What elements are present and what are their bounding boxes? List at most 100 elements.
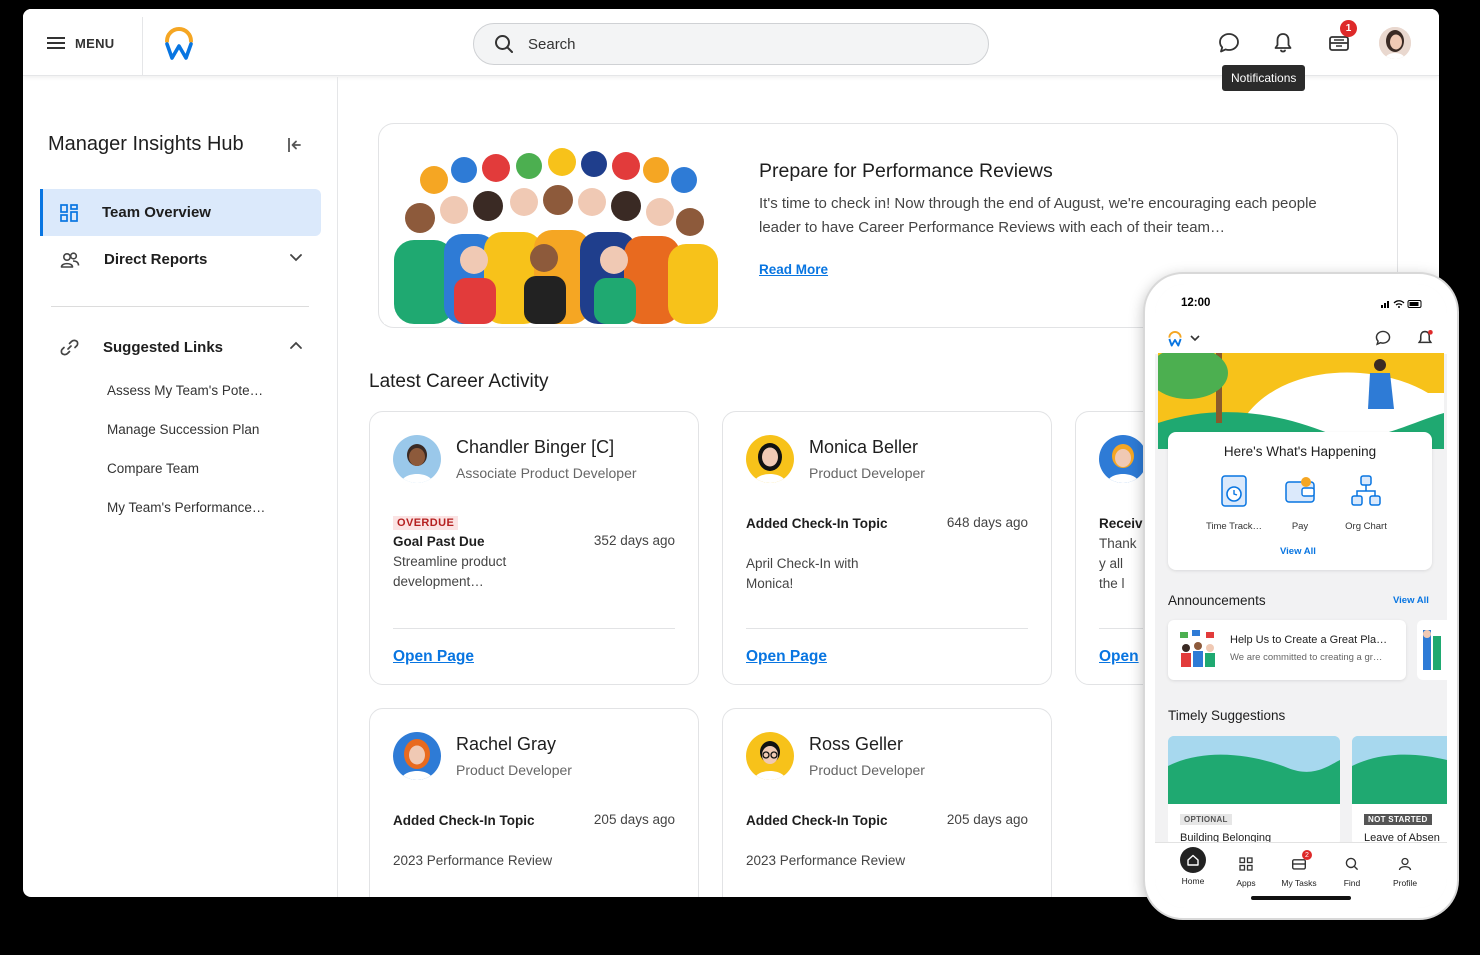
section-title-career-activity: Latest Career Activity bbox=[369, 371, 549, 392]
nav-label: Apps bbox=[1236, 878, 1256, 888]
notifications-tooltip: Notifications bbox=[1222, 65, 1306, 91]
clock-icon bbox=[1221, 475, 1247, 507]
mobile-screen: 12:00 Here's What's Happening Time Track… bbox=[1155, 284, 1447, 908]
activity-description: Streamline product development… bbox=[393, 554, 507, 589]
app-pay[interactable]: Pay bbox=[1265, 474, 1335, 532]
employee-role: Product Developer bbox=[456, 762, 572, 778]
announcement-card[interactable]: Help Us to Create a Great Pla… We are co… bbox=[1168, 620, 1406, 680]
search-icon bbox=[1341, 853, 1363, 875]
workday-logo[interactable] bbox=[163, 27, 195, 61]
search-input[interactable] bbox=[528, 35, 948, 53]
nav-find[interactable]: Find bbox=[1328, 853, 1376, 888]
workday-logo[interactable] bbox=[1167, 331, 1183, 347]
suggestion-illustration bbox=[1168, 736, 1340, 804]
open-page-link[interactable]: Open Page bbox=[393, 648, 474, 666]
search-icon bbox=[495, 35, 513, 53]
sidebar-title: Manager Insights Hub bbox=[48, 133, 244, 155]
happening-title: Here's What's Happening bbox=[1223, 444, 1377, 459]
link-icon bbox=[60, 339, 79, 356]
announcement-card-peek[interactable] bbox=[1417, 620, 1447, 680]
activity-card: Monica Beller Product Developer Added Ch… bbox=[722, 411, 1052, 685]
app-org-chart[interactable]: Org Chart bbox=[1331, 474, 1401, 532]
view-all-announcements-link[interactable]: View All bbox=[1393, 595, 1429, 606]
nav-profile[interactable]: Profile bbox=[1381, 853, 1429, 888]
org-chart-icon bbox=[1351, 475, 1381, 506]
status-time: 12:00 bbox=[1181, 297, 1211, 309]
suggestion-card[interactable]: OPTIONAL Building Belonging bbox=[1168, 736, 1340, 846]
open-page-link[interactable]: Open bbox=[1099, 648, 1139, 666]
employee-role: Associate Product Developer bbox=[456, 465, 637, 481]
signal-battery-icon bbox=[1381, 300, 1422, 308]
employee-name: Monica Beller bbox=[809, 437, 919, 457]
app-label: Org Chart bbox=[1345, 521, 1387, 532]
chat-icon bbox=[1219, 33, 1239, 53]
bell-icon bbox=[1274, 33, 1292, 53]
nav-my-tasks[interactable]: 2 My Tasks bbox=[1275, 850, 1323, 888]
search-bar[interactable] bbox=[473, 23, 989, 65]
home-icon bbox=[1180, 847, 1206, 873]
employee-name: Rachel Gray bbox=[456, 734, 557, 754]
chevron-down-icon[interactable] bbox=[1190, 335, 1200, 342]
chat-icon[interactable] bbox=[1375, 330, 1391, 346]
home-indicator bbox=[1251, 896, 1351, 900]
nav-label: My Tasks bbox=[1281, 878, 1317, 888]
suggestion-illustration bbox=[1352, 736, 1447, 804]
employee-role: Product Developer bbox=[809, 465, 925, 481]
collapse-sidebar-icon[interactable] bbox=[286, 136, 304, 154]
suggested-link[interactable]: Assess My Team's Pote… bbox=[107, 383, 263, 398]
grid-icon bbox=[60, 203, 78, 222]
read-more-link[interactable]: Read More bbox=[759, 262, 828, 277]
announcement-thumbnail bbox=[1423, 630, 1441, 670]
mobile-header bbox=[1155, 322, 1447, 354]
nav-label: Profile bbox=[1392, 878, 1418, 888]
app-time-tracking[interactable]: Time Track… bbox=[1199, 474, 1269, 532]
activity-time: 205 days ago bbox=[593, 812, 675, 827]
nav-label: Home bbox=[1181, 876, 1205, 886]
activity-description: April Check-In with Monica! bbox=[746, 556, 859, 591]
menu-button[interactable]: MENU bbox=[47, 29, 114, 57]
app-label: Time Track… bbox=[1205, 521, 1263, 532]
my-tasks-button[interactable]: 1 bbox=[1325, 20, 1357, 57]
activity-type: Added Check-In Topic bbox=[746, 813, 888, 828]
crowd-illustration bbox=[384, 140, 724, 324]
bell-icon[interactable] bbox=[1417, 330, 1433, 347]
inbox-chat-button[interactable] bbox=[1215, 29, 1243, 57]
activity-type: Added Check-In Topic bbox=[746, 516, 888, 531]
menu-label: MENU bbox=[75, 35, 115, 51]
status-badge: OPTIONAL bbox=[1180, 814, 1232, 825]
activity-card: Rachel Gray Product Developer Added Chec… bbox=[369, 708, 699, 897]
employee-name: Chandler Binger [C] bbox=[456, 437, 615, 457]
nav-apps[interactable]: Apps bbox=[1222, 853, 1270, 888]
status-badge: NOT STARTED bbox=[1364, 814, 1432, 825]
view-all-apps-link[interactable]: View All bbox=[1280, 546, 1316, 557]
sidebar-item-direct-reports[interactable]: Direct Reports bbox=[40, 236, 321, 283]
nav-home[interactable]: Home bbox=[1169, 847, 1217, 886]
user-avatar[interactable] bbox=[1379, 27, 1411, 59]
activity-description: Thank y all the l bbox=[1099, 536, 1137, 591]
sidebar-item-team-overview[interactable]: Team Overview bbox=[40, 189, 321, 236]
open-page-link[interactable]: Open Page bbox=[746, 648, 827, 666]
activity-card: Chandler Binger [C] Associate Product De… bbox=[369, 411, 699, 685]
sidebar-item-label: Suggested Links bbox=[103, 339, 224, 356]
announcement-title: Help Us to Create a Great Pla… bbox=[1230, 634, 1388, 646]
chevron-up-icon[interactable] bbox=[289, 341, 303, 350]
status-badge: OVERDUE bbox=[393, 516, 459, 530]
chevron-down-icon[interactable] bbox=[289, 253, 303, 262]
sidebar-divider bbox=[51, 306, 309, 307]
notifications-button[interactable] bbox=[1269, 29, 1297, 57]
timely-suggestions-title: Timely Suggestions bbox=[1168, 708, 1286, 723]
activity-time: 205 days ago bbox=[946, 812, 1028, 827]
suggested-link[interactable]: My Team's Performance… bbox=[107, 500, 265, 515]
topbar-divider bbox=[142, 17, 143, 75]
nav-label: Find bbox=[1343, 878, 1361, 888]
suggestion-card[interactable]: NOT STARTED Leave of Absen bbox=[1352, 736, 1447, 846]
activity-type: Goal Past Due bbox=[393, 534, 485, 549]
suggested-link[interactable]: Manage Succession Plan bbox=[107, 422, 259, 437]
suggested-link[interactable]: Compare Team bbox=[107, 461, 199, 476]
avatar bbox=[746, 435, 794, 483]
person-icon bbox=[1394, 853, 1416, 875]
activity-time: 352 days ago bbox=[593, 533, 675, 548]
hero-body: It's time to check in! Now through the e… bbox=[759, 195, 1317, 236]
sidebar-item-suggested-links[interactable]: Suggested Links bbox=[40, 324, 321, 371]
nav-badge: 2 bbox=[1302, 850, 1312, 860]
